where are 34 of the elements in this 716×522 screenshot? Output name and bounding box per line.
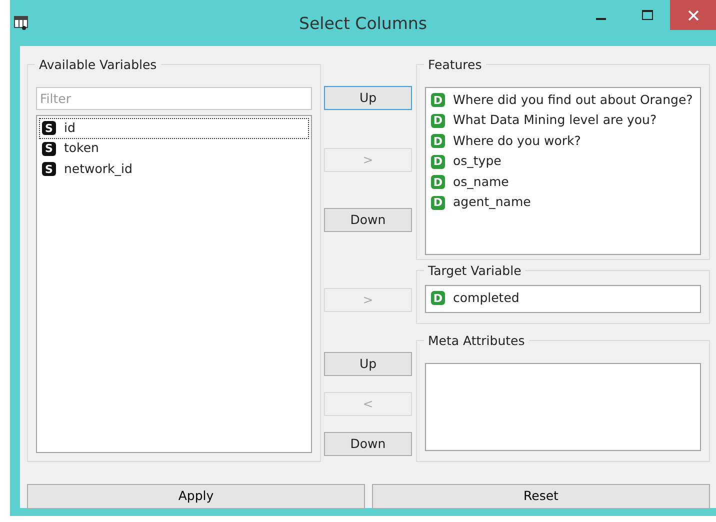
list-item[interactable]: D agent_name: [428, 192, 698, 213]
list-item[interactable]: D os_type: [428, 152, 698, 172]
list-item[interactable]: D Where do you work?: [428, 131, 698, 152]
move-button[interactable]: Down: [324, 432, 412, 456]
close-icon: [688, 10, 698, 20]
type-badge: D: [431, 175, 445, 190]
app-icon: [14, 16, 28, 30]
type-badge: D: [431, 114, 445, 128]
maximize-icon: [642, 10, 652, 20]
move-button[interactable]: Up: [324, 352, 412, 376]
minimize-icon: [596, 18, 606, 20]
list-item[interactable]: S token: [39, 138, 309, 159]
type-badge: D: [431, 93, 445, 108]
filter-field[interactable]: Filter: [36, 87, 312, 110]
type-badge: D: [431, 196, 445, 210]
reset-button[interactable]: Reset: [372, 484, 710, 509]
type-badge: S: [42, 142, 56, 156]
apply-button[interactable]: Apply: [27, 484, 365, 509]
list-item[interactable]: D What Data Mining level are you?: [428, 110, 698, 131]
list-item[interactable]: S network_id: [39, 159, 309, 180]
type-badge: S: [42, 162, 56, 176]
list-item[interactable]: S id: [39, 118, 309, 138]
window-title: Select Columns: [299, 14, 427, 33]
close-button[interactable]: [670, 0, 716, 30]
list-item[interactable]: D os_name: [428, 172, 698, 192]
type-badge: S: [42, 121, 56, 136]
type-badge: D: [431, 134, 445, 148]
list-item[interactable]: D Where did you find out about Orange?: [428, 90, 698, 110]
group-title: Target Variable: [424, 263, 526, 279]
move-button[interactable]: Up: [324, 86, 412, 110]
move-button[interactable]: Down: [324, 208, 412, 232]
type-badge: D: [431, 154, 445, 169]
type-badge: D: [431, 291, 445, 306]
list-item[interactable]: D completed: [428, 288, 698, 308]
